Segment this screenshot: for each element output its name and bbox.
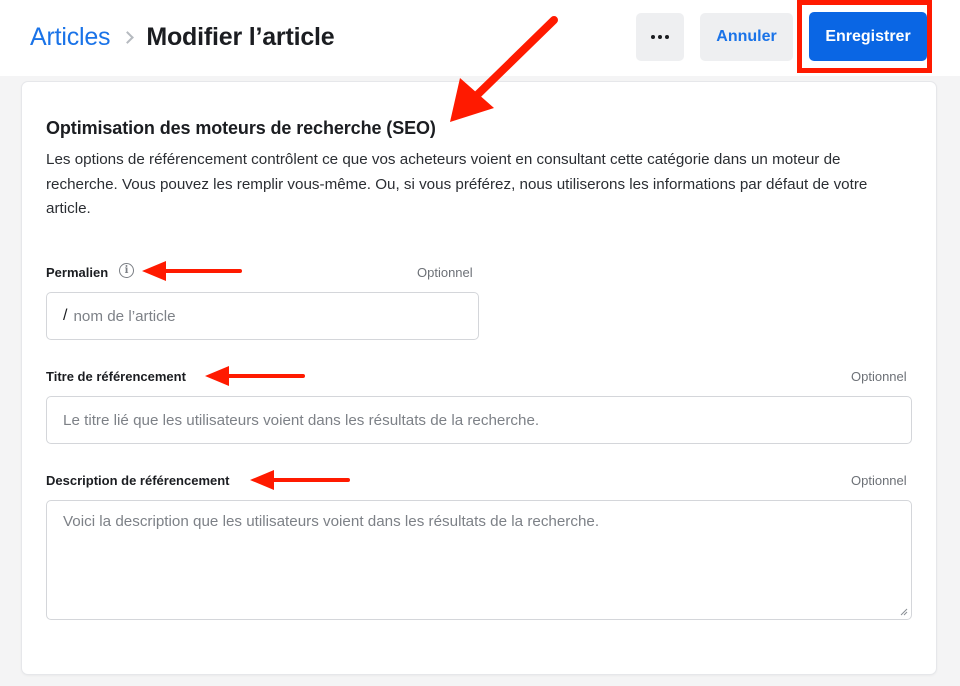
seo-card: Optimisation des moteurs de recherche (S… (22, 82, 936, 674)
arrow-annotation-permalink (142, 261, 242, 281)
permalink-prefix: / (63, 307, 68, 324)
seo-description-optional-label: Optionnel (851, 473, 907, 488)
arrow-annotation-seo-description-field (250, 470, 350, 490)
seo-description-label: Description de référencement (46, 473, 230, 488)
seo-title-label: Titre de référencement (46, 369, 186, 384)
more-actions-button[interactable] (636, 13, 684, 61)
ellipsis-icon-dot (658, 35, 662, 39)
seo-title-field (46, 396, 912, 444)
breadcrumb: Articles Modifier l’article (30, 20, 335, 54)
permalink-optional-label: Optionnel (417, 265, 473, 280)
seo-title-optional-label: Optionnel (851, 369, 907, 384)
seo-description-field (46, 500, 912, 620)
page-title: Modifier l’article (146, 22, 335, 51)
resize-grip-icon[interactable] (900, 608, 908, 616)
breadcrumb-articles-link[interactable]: Articles (30, 23, 111, 52)
cancel-button[interactable]: Annuler (700, 13, 793, 61)
permalink-field: / (46, 292, 479, 340)
seo-section-title: Optimisation des moteurs de recherche (S… (46, 118, 436, 138)
save-button[interactable]: Enregistrer (809, 12, 927, 61)
seo-section-description: Les options de référencement contrôlent … (46, 151, 868, 217)
seo-description-textarea[interactable] (47, 501, 911, 619)
arrow-annotation-seo-title-field (205, 366, 305, 386)
ellipsis-icon-dot (665, 35, 669, 39)
seo-title-input[interactable] (47, 411, 911, 429)
permalink-input[interactable] (73, 307, 478, 325)
info-icon[interactable]: i (119, 263, 134, 278)
permalink-label: Permalien (46, 265, 109, 280)
ellipsis-icon (651, 35, 655, 39)
arrow-annotation-seo-title (450, 16, 558, 122)
chevron-right-icon (121, 30, 135, 44)
